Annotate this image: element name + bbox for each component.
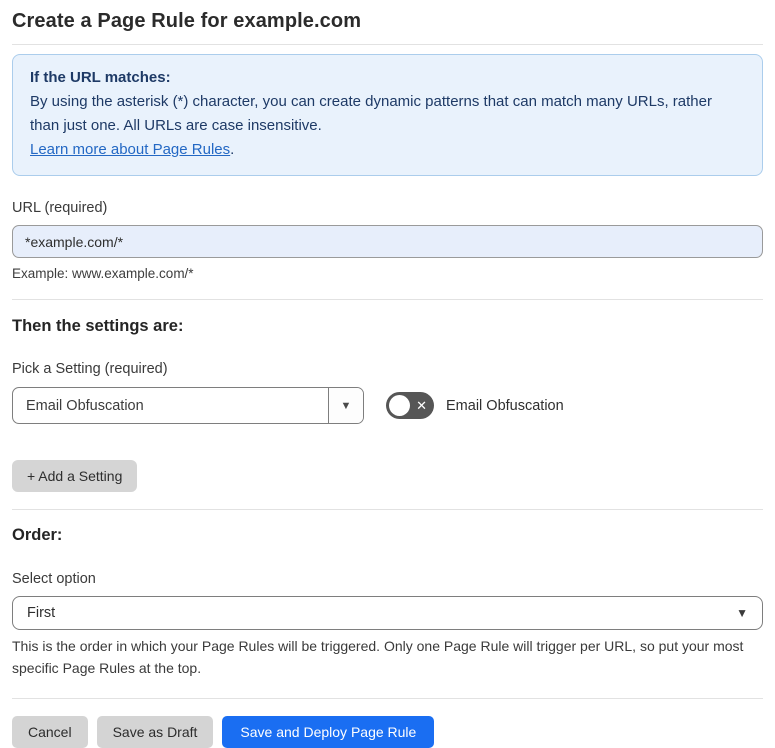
caret-down-icon: ▼ <box>736 606 748 620</box>
add-setting-button[interactable]: + Add a Setting <box>12 460 138 492</box>
create-page-rule-form: Create a Page Rule for example.com If th… <box>0 0 775 748</box>
email-obfuscation-toggle[interactable]: ✕ <box>386 392 434 419</box>
pick-setting-label: Pick a Setting (required) <box>12 361 168 377</box>
setting-dropdown-value: Email Obfuscation <box>26 397 144 414</box>
toggle-knob <box>389 395 410 416</box>
url-match-info-box: If the URL matches: By using the asteris… <box>12 54 763 176</box>
url-field-label: URL (required) <box>12 200 108 216</box>
save-and-deploy-button[interactable]: Save and Deploy Page Rule <box>222 716 435 748</box>
footer-actions: Cancel Save as Draft Save and Deploy Pag… <box>12 716 763 748</box>
link-suffix: . <box>230 141 235 158</box>
cancel-button[interactable]: Cancel <box>12 716 88 748</box>
info-box-heading: If the URL matches: <box>30 69 171 86</box>
order-select[interactable]: First ▼ <box>12 596 763 630</box>
learn-more-link[interactable]: Learn more about Page Rules <box>30 141 230 158</box>
save-as-draft-button[interactable]: Save as Draft <box>96 716 214 748</box>
caret-down-icon: ▼ <box>340 399 352 412</box>
order-section-heading: Order: <box>12 526 63 544</box>
order-helper-text: This is the order in which your Page Rul… <box>12 638 744 676</box>
footer-divider <box>12 698 763 699</box>
settings-section-heading: Then the settings are: <box>12 317 184 335</box>
setting-dropdown[interactable]: Email Obfuscation ▼ <box>12 387 364 424</box>
toggle-off-icon: ✕ <box>416 397 427 413</box>
page-title: Create a Page Rule for example.com <box>12 10 362 32</box>
url-input[interactable] <box>12 225 763 258</box>
url-section-divider <box>12 299 763 300</box>
info-box-body: By using the asterisk (*) character, you… <box>30 93 712 134</box>
settings-section-divider <box>12 509 763 510</box>
url-example-helper: Example: www.example.com/* <box>12 266 194 281</box>
order-select-label: Select option <box>12 571 96 587</box>
dropdown-arrow-button[interactable]: ▼ <box>328 388 363 423</box>
setting-row: Email Obfuscation ▼ ✕ Email Obfuscation <box>12 387 763 424</box>
order-select-value: First <box>27 605 56 621</box>
info-box-link-line: Learn more about Page Rules. <box>30 138 745 162</box>
title-divider <box>12 44 763 45</box>
toggle-label: Email Obfuscation <box>446 397 564 414</box>
